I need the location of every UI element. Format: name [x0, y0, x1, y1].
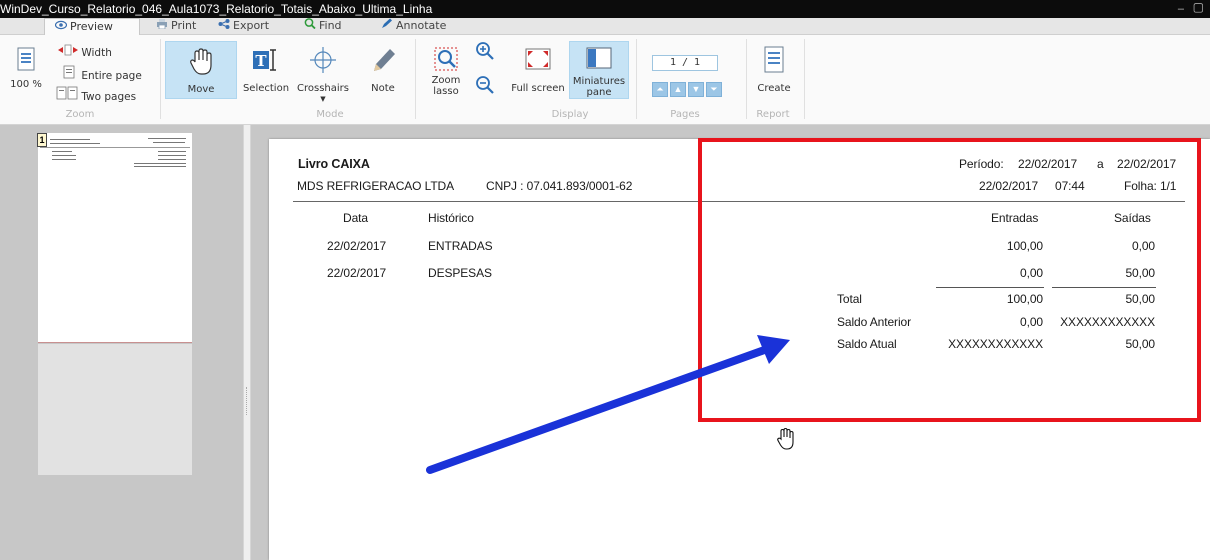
hand-icon	[166, 48, 236, 78]
maximize-button[interactable]: ▢	[1193, 0, 1204, 16]
hand-cursor-icon	[775, 427, 797, 451]
zoom-width-button[interactable]: Width	[58, 44, 112, 59]
pencil-icon	[360, 45, 406, 77]
full-screen-icon	[508, 47, 568, 77]
mode-group-label: Mode	[316, 109, 344, 120]
note-mode-button[interactable]: Note	[360, 41, 406, 94]
double-chevron-up-icon: ⏶	[656, 84, 664, 94]
page-thumbnail[interactable]	[38, 133, 192, 343]
tab-print[interactable]: Print	[156, 18, 196, 35]
pen-icon	[381, 18, 393, 34]
company-cnpj: CNPJ : 07.041.893/0001-62	[486, 179, 633, 193]
miniatures-pane-button[interactable]: Miniatures pane	[569, 41, 629, 99]
col-header-data: Data	[343, 211, 368, 225]
tab-annotate[interactable]: Annotate	[381, 18, 446, 35]
last-page-button[interactable]: ⏷	[706, 82, 722, 97]
create-report-button[interactable]: Create	[752, 41, 796, 94]
tab-preview[interactable]: Preview	[44, 18, 140, 35]
zoom-in-icon	[474, 41, 496, 64]
eye-icon	[54, 19, 68, 35]
report-viewer-window: WinDev_Curso_Relatorio_046_Aula1073_Rela…	[0, 0, 1210, 560]
ribbon: 100 % Width Entire page Two pages Zoom M…	[0, 35, 1210, 125]
printer-icon	[156, 18, 168, 34]
ribbon-tabs: Preview Print Export Find Annotate	[0, 18, 1210, 35]
zoom-lasso-icon	[425, 45, 467, 75]
zoom-lasso-button[interactable]: Zoom lasso	[425, 41, 467, 97]
selection-mode-button[interactable]: T Selection	[240, 41, 292, 94]
zoom-out-button[interactable]	[474, 75, 496, 98]
double-chevron-down-icon: ⏷	[710, 84, 718, 94]
full-screen-button[interactable]: Full screen	[508, 41, 568, 94]
chevron-down-icon: ▼	[320, 95, 326, 103]
report-title: Livro CAIXA	[298, 157, 370, 171]
row-historico: DESPESAS	[428, 266, 492, 280]
zoom-group-label: Zoom	[65, 109, 95, 120]
row-historico: ENTRADAS	[428, 239, 493, 253]
minimize-button[interactable]: –	[1178, 0, 1184, 18]
company-name: MDS REFRIGERACAO LTDA	[297, 179, 455, 193]
ribbon-separator	[160, 39, 161, 119]
pages-group-label: Pages	[670, 109, 700, 120]
page-number-field[interactable]: 1 / 1	[652, 55, 718, 71]
thumbnail-page-number: 1	[37, 133, 47, 147]
zoom-in-button[interactable]	[474, 41, 496, 64]
entire-page-icon	[62, 65, 76, 82]
miniatures-pane: 1	[0, 125, 243, 560]
two-pages-icon	[56, 86, 78, 103]
report-group-label: Report	[756, 109, 790, 120]
highlight-box	[698, 138, 1201, 422]
thumbnail-empty-area	[38, 344, 192, 475]
move-mode-button[interactable]: Move	[165, 41, 237, 99]
miniatures-pane-icon	[570, 46, 628, 76]
col-header-historico: Histórico	[428, 211, 474, 225]
ribbon-separator	[415, 39, 416, 119]
display-group-label: Display	[551, 109, 589, 120]
crosshairs-mode-button[interactable]: Crosshairs ▼	[293, 41, 353, 105]
window-title: WinDev_Curso_Relatorio_046_Aula1073_Rela…	[0, 2, 433, 16]
crosshairs-icon	[293, 45, 353, 77]
arrows-horizontal-icon	[58, 44, 78, 59]
title-bar: WinDev_Curso_Relatorio_046_Aula1073_Rela…	[0, 0, 1210, 18]
chevron-down-icon: ▼	[691, 84, 701, 94]
pane-splitter[interactable]	[243, 125, 251, 560]
first-page-button[interactable]: ⏶	[652, 82, 668, 97]
ribbon-separator	[636, 39, 637, 119]
tab-find[interactable]: Find	[304, 18, 342, 35]
chevron-up-icon: ▲	[673, 84, 683, 94]
search-icon	[304, 18, 316, 34]
row-date: 22/02/2017	[327, 239, 387, 253]
ribbon-separator	[804, 39, 805, 119]
zoom-two-pages-button[interactable]: Two pages	[56, 86, 136, 103]
report-create-icon	[752, 45, 796, 77]
next-page-button[interactable]: ▼	[688, 82, 704, 97]
text-select-icon: T	[240, 47, 292, 77]
svg-text:T: T	[255, 52, 267, 70]
zoom-out-icon	[474, 75, 496, 98]
previous-page-button[interactable]: ▲	[670, 82, 686, 97]
tab-export[interactable]: Export	[218, 18, 269, 35]
share-icon	[218, 18, 230, 34]
page-zoom-icon	[6, 47, 46, 75]
ribbon-separator	[746, 39, 747, 119]
zoom-100-button[interactable]: 100 %	[6, 47, 46, 90]
row-date: 22/02/2017	[327, 266, 387, 280]
zoom-entire-page-button[interactable]: Entire page	[62, 65, 142, 82]
